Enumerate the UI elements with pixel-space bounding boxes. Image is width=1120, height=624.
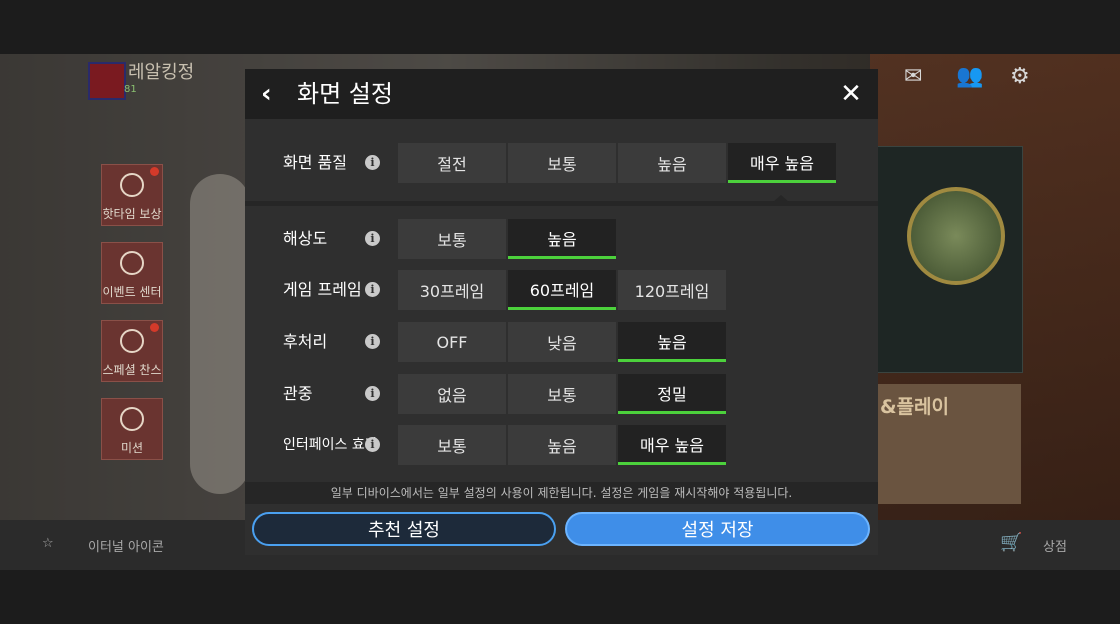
info-icon[interactable]: i bbox=[365, 437, 380, 452]
setting-row-resolution: 해상도 i 보통 높음 bbox=[245, 219, 878, 259]
firework-icon bbox=[120, 251, 144, 275]
tile-label: 이벤트 센터 bbox=[102, 285, 162, 299]
option-button[interactable]: 높음 bbox=[618, 143, 726, 183]
option-button[interactable]: 보통 bbox=[398, 425, 506, 465]
nav-item-shop[interactable]: 상점 bbox=[1043, 536, 1067, 555]
player-figure bbox=[190, 174, 250, 494]
stopwatch-icon bbox=[120, 173, 144, 197]
setting-row-crowd: 관중 i 없음 보통 정밀 bbox=[245, 374, 878, 414]
gear-icon[interactable]: ⚙ bbox=[1010, 64, 1030, 89]
option-button[interactable]: 낮음 bbox=[508, 322, 616, 362]
option-button[interactable]: OFF bbox=[398, 322, 506, 362]
option-group: 보통 높음 bbox=[398, 219, 616, 259]
divider-caret bbox=[773, 195, 789, 202]
restriction-notice: 일부 디바이스에서는 일부 설정의 사용이 제한됩니다. 설정은 게임을 재시작… bbox=[245, 482, 878, 504]
info-icon[interactable]: i bbox=[365, 386, 380, 401]
info-icon[interactable]: i bbox=[365, 282, 380, 297]
tile-label: 스페셜 찬스 bbox=[102, 363, 162, 377]
back-icon[interactable]: ‹ bbox=[261, 80, 283, 108]
tile-mission[interactable]: 미션 bbox=[101, 398, 163, 460]
option-button[interactable]: 30프레임 bbox=[398, 270, 506, 310]
display-settings-modal: ‹ 화면 설정 ✕ 화면 품질 i 절전 보통 높음 매우 높음 해상도 i 보… bbox=[245, 69, 878, 555]
tile-hottime-reward[interactable]: 핫타임 보상 bbox=[101, 164, 163, 226]
club-crest[interactable] bbox=[88, 62, 126, 100]
option-group: 보통 높음 매우 높음 bbox=[398, 425, 726, 465]
recommended-settings-button[interactable]: 추천 설정 bbox=[252, 512, 556, 546]
promo-panel[interactable]: &플레이 bbox=[876, 384, 1021, 504]
option-button[interactable]: 보통 bbox=[508, 374, 616, 414]
option-button-selected[interactable]: 정밀 bbox=[618, 374, 726, 414]
option-group: OFF 낮음 높음 bbox=[398, 322, 726, 362]
option-button[interactable]: 120프레임 bbox=[618, 270, 726, 310]
save-settings-button[interactable]: 설정 저장 bbox=[565, 512, 870, 546]
modal-title: 화면 설정 bbox=[297, 80, 393, 108]
setting-label: 관중 bbox=[283, 384, 313, 403]
club-name: 레알킹정 bbox=[128, 62, 195, 83]
setting-label: 화면 품질 bbox=[283, 153, 347, 172]
notification-badge bbox=[150, 323, 159, 332]
tile-label: 미션 bbox=[120, 441, 144, 455]
setting-row-interface-effects: 인터페이스 효과 i 보통 높음 매우 높음 bbox=[245, 425, 878, 465]
setting-label: 인터페이스 효과 bbox=[283, 437, 378, 453]
option-button[interactable]: 절전 bbox=[398, 143, 506, 183]
modal-header: ‹ 화면 설정 ✕ bbox=[245, 69, 878, 119]
chest-icon bbox=[120, 329, 144, 353]
option-group: 절전 보통 높음 매우 높음 bbox=[398, 143, 836, 183]
tile-label: 핫타임 보상 bbox=[102, 207, 162, 221]
option-button[interactable]: 없음 bbox=[398, 374, 506, 414]
close-icon[interactable]: ✕ bbox=[839, 80, 863, 108]
notification-badge bbox=[150, 167, 159, 176]
option-group: 30프레임 60프레임 120프레임 bbox=[398, 270, 726, 310]
info-icon[interactable]: i bbox=[365, 231, 380, 246]
setting-row-frame-rate: 게임 프레임 i 30프레임 60프레임 120프레임 bbox=[245, 270, 878, 310]
option-button-selected[interactable]: 60프레임 bbox=[508, 270, 616, 310]
option-button-selected[interactable]: 높음 bbox=[508, 219, 616, 259]
setting-label: 후처리 bbox=[283, 332, 328, 351]
info-icon[interactable]: i bbox=[365, 155, 380, 170]
tile-event-center[interactable]: 이벤트 센터 bbox=[101, 242, 163, 304]
option-group: 없음 보통 정밀 bbox=[398, 374, 726, 414]
promo-text: &플레이 bbox=[880, 396, 950, 418]
setting-label: 해상도 bbox=[283, 229, 328, 248]
featured-coin-panel[interactable] bbox=[876, 146, 1023, 373]
soccer-ball-icon bbox=[120, 407, 144, 431]
tile-special-chance[interactable]: 스페셜 찬스 bbox=[101, 320, 163, 382]
nav-item-eternal-icon[interactable]: 이터널 아이콘 bbox=[88, 536, 164, 555]
option-button-selected[interactable]: 높음 bbox=[618, 322, 726, 362]
friends-icon[interactable]: 👥 bbox=[956, 64, 983, 89]
info-icon[interactable]: i bbox=[365, 334, 380, 349]
option-button[interactable]: 높음 bbox=[508, 425, 616, 465]
option-button-selected[interactable]: 매우 높음 bbox=[728, 143, 836, 183]
clover-coin-icon bbox=[907, 187, 1005, 285]
option-button-selected[interactable]: 매우 높음 bbox=[618, 425, 726, 465]
setting-row-post-processing: 후처리 i OFF 낮음 높음 bbox=[245, 322, 878, 362]
option-button[interactable]: 보통 bbox=[398, 219, 506, 259]
cart-icon[interactable]: 🛒 bbox=[1000, 532, 1022, 553]
setting-row-screen-quality: 화면 품질 i 절전 보통 높음 매우 높음 bbox=[245, 143, 878, 183]
eternal-icon-nav-icon[interactable]: ☆ bbox=[42, 536, 54, 551]
option-button[interactable]: 보통 bbox=[508, 143, 616, 183]
club-level: 81 bbox=[124, 84, 137, 95]
setting-label: 게임 프레임 bbox=[283, 280, 362, 299]
mail-icon[interactable]: ✉ bbox=[904, 64, 922, 89]
